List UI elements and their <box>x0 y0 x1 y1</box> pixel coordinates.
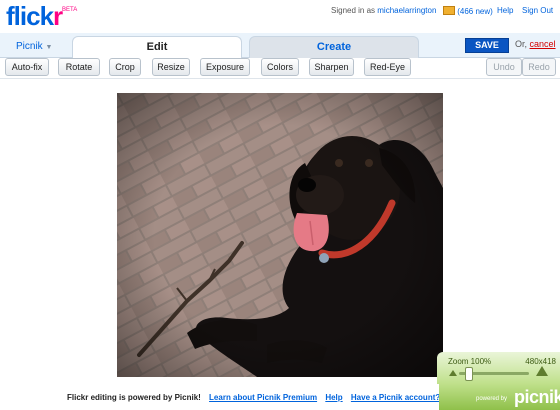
save-button[interactable]: SAVE <box>465 38 509 53</box>
chevron-down-icon[interactable]: ▼ <box>45 44 52 51</box>
footer: Flickr editing is powered by Picnik! Lea… <box>0 384 560 410</box>
exposure-button[interactable]: Exposure <box>200 58 250 76</box>
crop-button[interactable]: Crop <box>109 58 141 76</box>
auto-fix-button[interactable]: Auto-fix <box>5 58 49 76</box>
footer-help-link[interactable]: Help <box>325 393 342 402</box>
zoom-slider-thumb[interactable] <box>465 367 474 381</box>
zoom-panel: Zoom 100% 480x418 <box>437 352 560 384</box>
or-cancel: Or, cancel <box>515 39 556 49</box>
tab-edit[interactable]: Edit <box>72 36 242 59</box>
redo-button[interactable]: Redo <box>522 58 556 76</box>
mail-count-link[interactable]: (466 new) <box>457 7 493 16</box>
zoom-label: Zoom 100% <box>448 357 492 366</box>
signed-in-text: Signed in as michaelarrington <box>331 6 437 15</box>
red-eye-button[interactable]: Red-Eye <box>364 58 411 76</box>
flickr-logo[interactable]: flickr BETA <box>6 1 77 32</box>
dog-photo-image <box>117 93 443 377</box>
learn-premium-link[interactable]: Learn about Picnik Premium <box>209 393 317 402</box>
sharpen-button[interactable]: Sharpen <box>309 58 354 76</box>
colors-button[interactable]: Colors <box>261 58 299 76</box>
help-link[interactable]: Help <box>497 6 513 15</box>
mail-area[interactable]: (466 new) <box>443 6 493 16</box>
resize-button[interactable]: Resize <box>152 58 190 76</box>
editing-canvas[interactable] <box>0 79 560 384</box>
powered-by-picnik[interactable]: powered by picnik <box>439 384 560 410</box>
tab-bar: Picnik ▼ Edit Create SAVE Or, cancel <box>0 33 560 59</box>
dog-photo[interactable] <box>117 93 443 377</box>
undo-button[interactable]: Undo <box>486 58 522 76</box>
edit-toolbar: Auto-fix Rotate Crop Resize Exposure Col… <box>0 58 560 79</box>
zoom-in-icon[interactable] <box>536 366 548 376</box>
top-header: flickr BETA Signed in as michaelarringto… <box>0 0 560 32</box>
cancel-link[interactable]: cancel <box>530 39 556 49</box>
picnik-menu[interactable]: Picnik ▼ <box>16 41 52 52</box>
rotate-button[interactable]: Rotate <box>58 58 100 76</box>
sign-out-link[interactable]: Sign Out <box>522 6 553 15</box>
image-dimensions: 480x418 <box>525 357 556 366</box>
tab-create[interactable]: Create <box>249 36 419 58</box>
zoom-out-icon[interactable] <box>449 370 457 376</box>
mail-icon[interactable] <box>443 6 455 15</box>
footer-text: Flickr editing is powered by Picnik! Lea… <box>67 393 441 402</box>
picnik-logo: picnik <box>514 387 560 407</box>
picnik-account-link[interactable]: Have a Picnik account? <box>351 393 440 402</box>
username-link[interactable]: michaelarrington <box>377 6 436 15</box>
